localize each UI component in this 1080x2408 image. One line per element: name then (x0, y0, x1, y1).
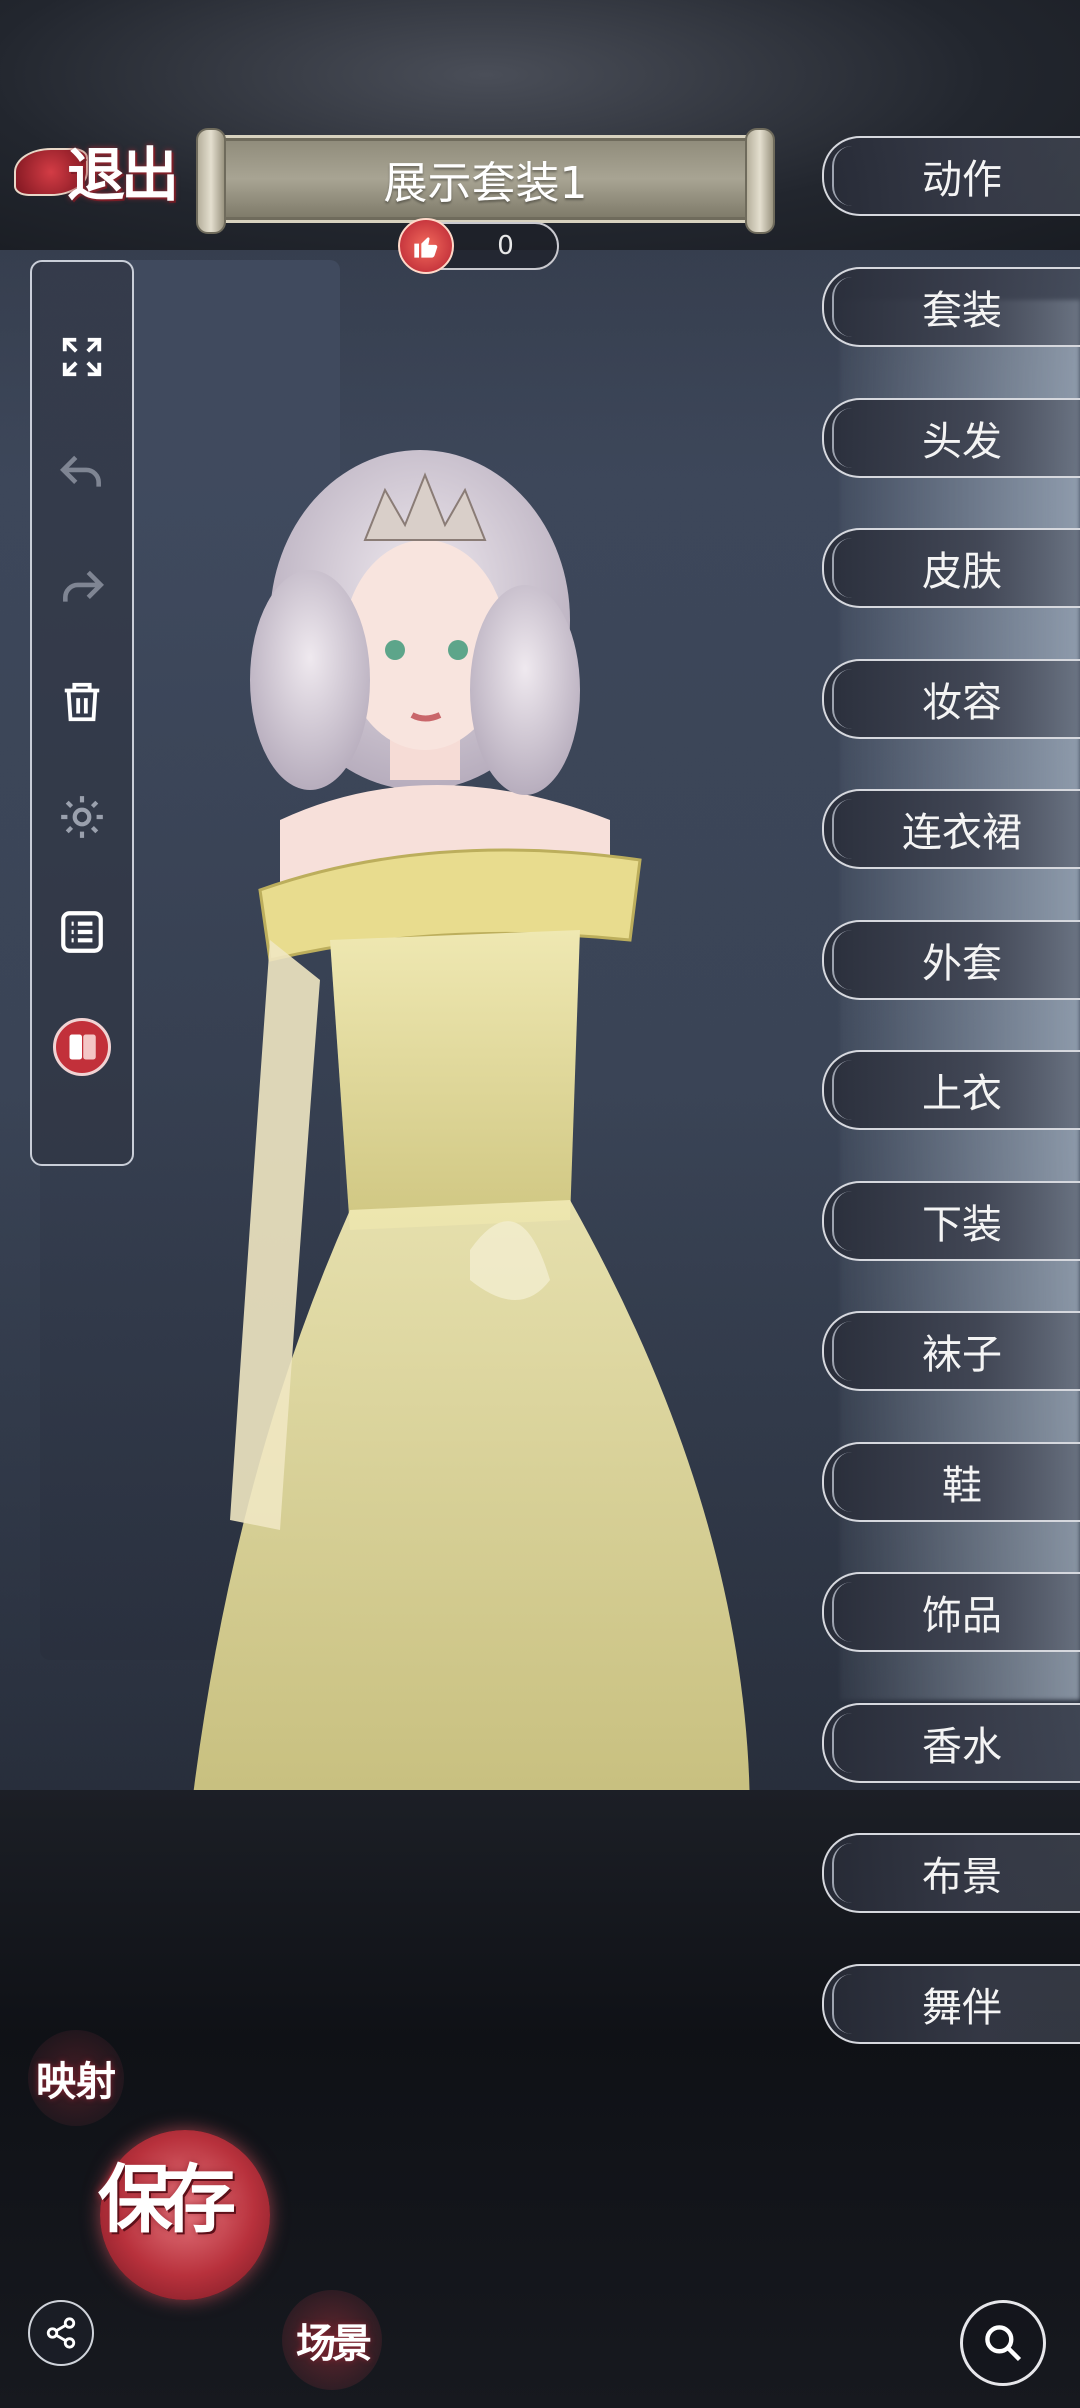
thumbs-up-icon (398, 218, 454, 274)
category-top[interactable]: 上衣 (822, 1050, 1080, 1130)
category-bottom[interactable]: 下装 (822, 1181, 1080, 1261)
scene-label: 场景 (296, 2320, 372, 2367)
list-icon[interactable] (32, 892, 132, 972)
like-count: 0 (497, 231, 514, 261)
outfit-title-banner: 展示套装1 (196, 128, 775, 234)
category-label: 外套 (922, 941, 1002, 987)
category-label: 皮肤 (922, 549, 1002, 595)
category-accessories[interactable]: 饰品 (822, 1572, 1080, 1652)
category-shoes[interactable]: 鞋 (822, 1442, 1080, 1522)
fullscreen-icon[interactable] (32, 317, 132, 397)
category-label: 下装 (922, 1202, 1002, 1248)
category-label: 上衣 (922, 1071, 1002, 1117)
category-label: 舞伴 (922, 1985, 1002, 2031)
category-suit[interactable]: 套装 (822, 267, 1080, 347)
trash-icon[interactable] (32, 662, 132, 742)
exit-label: 退出 (66, 141, 179, 209)
category-socks[interactable]: 袜子 (822, 1311, 1080, 1391)
mapping-button[interactable]: 映射 (28, 2030, 124, 2126)
category-label: 饰品 (922, 1593, 1002, 1639)
category-label: 妆容 (922, 680, 1002, 726)
share-icon[interactable] (28, 2300, 94, 2366)
redo-icon[interactable] (32, 547, 132, 627)
category-label: 香水 (922, 1724, 1002, 1770)
scene-button[interactable]: 场景 (282, 2290, 382, 2390)
character-illustration (190, 450, 750, 1820)
category-makeup[interactable]: 妆容 (822, 659, 1080, 739)
category-label: 套装 (922, 288, 1002, 334)
category-label: 动作 (922, 157, 1002, 203)
like-counter[interactable]: 0 (398, 218, 559, 274)
mapping-label: 映射 (36, 2058, 116, 2105)
category-label: 连衣裙 (902, 810, 1022, 856)
category-skin[interactable]: 皮肤 (822, 528, 1080, 608)
category-coat[interactable]: 外套 (822, 920, 1080, 1000)
search-icon[interactable] (960, 2300, 1046, 2386)
category-label: 头发 (922, 419, 1002, 465)
wardrobe-icon[interactable] (32, 1007, 132, 1087)
category-partner[interactable]: 舞伴 (822, 1964, 1080, 2044)
category-perfume[interactable]: 香水 (822, 1703, 1080, 1783)
left-toolbar (30, 260, 134, 1166)
gear-icon[interactable] (32, 777, 132, 857)
category-hair[interactable]: 头发 (822, 398, 1080, 478)
category-label: 袜子 (922, 1332, 1002, 1378)
save-label: 保存 (98, 2157, 236, 2243)
category-label: 布景 (922, 1854, 1002, 1900)
category-label: 鞋 (942, 1463, 982, 1509)
category-action[interactable]: 动作 (822, 136, 1080, 216)
category-dress[interactable]: 连衣裙 (822, 789, 1080, 869)
category-scenery[interactable]: 布景 (822, 1833, 1080, 1913)
undo-icon[interactable] (32, 432, 132, 512)
exit-button[interactable]: 退出 (14, 130, 184, 210)
outfit-title: 展示套装1 (383, 158, 588, 209)
